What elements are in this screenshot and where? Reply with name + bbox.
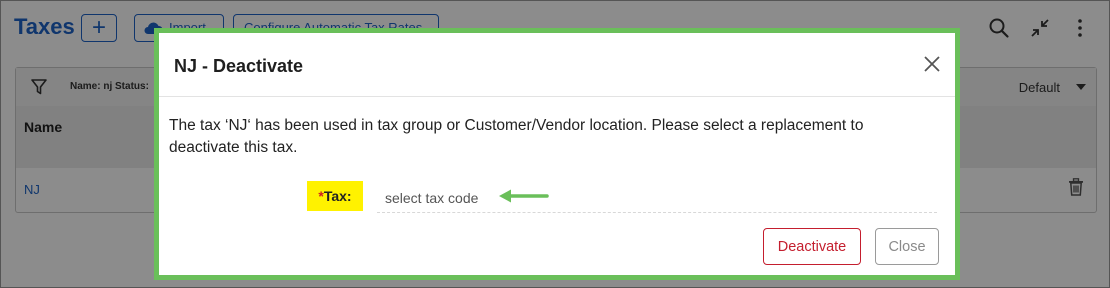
deactivate-button[interactable]: Deactivate [763, 228, 861, 265]
dialog-header: NJ - Deactivate [159, 33, 955, 97]
arrow-left-icon [499, 189, 549, 203]
tax-label-text: Tax: [323, 188, 352, 204]
close-icon[interactable] [923, 55, 941, 73]
deactivate-dialog: NJ - Deactivate The tax ‘NJ‘ has been us… [154, 28, 960, 280]
tax-field-label: *Tax: [307, 181, 363, 211]
dialog-title: NJ - Deactivate [174, 56, 304, 76]
close-button[interactable]: Close [875, 228, 939, 265]
tax-code-select[interactable] [377, 183, 937, 213]
screenshot-frame: Taxes + Import Configure Automatic Tax R… [0, 0, 1110, 288]
dialog-message: The tax ‘NJ‘ has been used in tax group … [169, 117, 864, 156]
